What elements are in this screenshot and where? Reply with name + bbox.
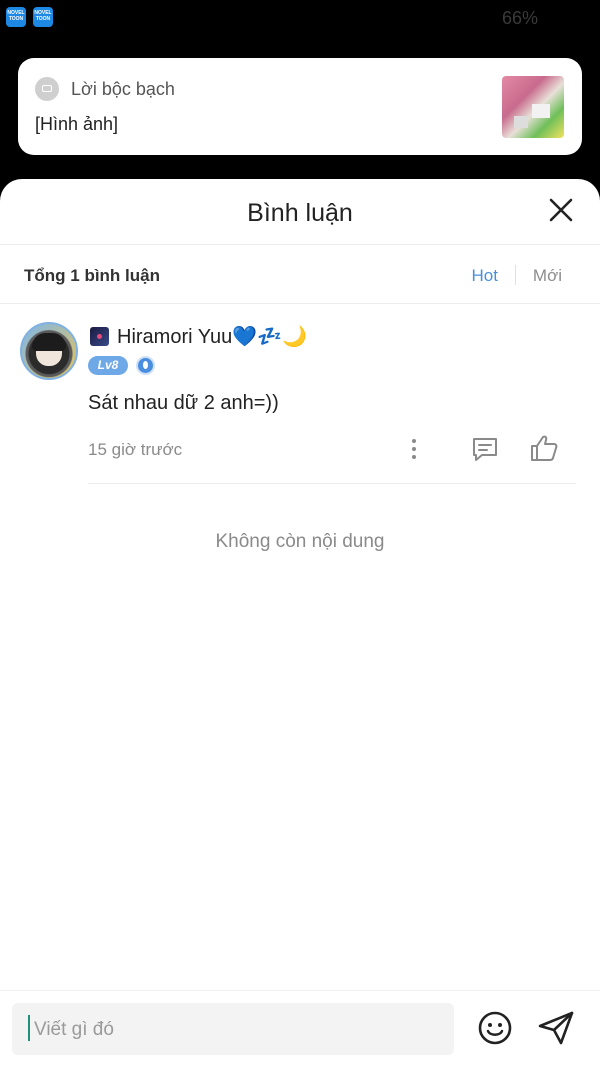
comment-username[interactable]: Hiramori Yuu💙💤🌙 <box>117 324 307 349</box>
text-caret <box>28 1015 30 1041</box>
emoji-icon[interactable] <box>477 1010 513 1046</box>
comment-total: Tổng 1 bình luận <box>24 266 160 285</box>
comments-sheet: Bình luận Tổng 1 bình luận Hot Mới Hiram… <box>0 179 600 1067</box>
reply-icon[interactable] <box>470 435 500 463</box>
divider <box>515 265 516 285</box>
comment-time: 15 giờ trước <box>88 440 183 459</box>
sort-new-tab[interactable]: Mới <box>533 266 562 286</box>
chat-icon <box>35 77 59 101</box>
user-decoration-icon <box>90 327 109 346</box>
level-badge: Lv8 <box>88 356 128 375</box>
sheet-title: Bình luận <box>247 199 353 227</box>
verified-badge-icon <box>136 356 155 375</box>
sort-hot-tab[interactable]: Hot <box>472 266 498 286</box>
end-of-list-text: Không còn nội dung <box>215 531 385 552</box>
notification-thumbnail <box>502 76 564 138</box>
avatar[interactable] <box>20 322 78 380</box>
close-icon[interactable] <box>548 197 574 223</box>
status-bar: NOVEL TOON NOVEL TOON 66% <box>0 0 600 36</box>
notification-title: Lời bộc bạch <box>71 79 175 99</box>
comment-input-box[interactable] <box>12 1003 454 1057</box>
divider <box>0 990 600 991</box>
notification-card[interactable]: Lời bộc bạch [Hình ảnh] <box>18 58 582 155</box>
battery-level: 66% <box>501 8 538 28</box>
comment-text: Sát nhau dữ 2 anh=)) <box>88 392 279 414</box>
divider <box>0 244 600 245</box>
divider <box>88 483 576 484</box>
divider <box>0 303 600 304</box>
like-icon[interactable] <box>528 433 560 463</box>
app-notification-icon: NOVEL TOON <box>6 7 26 27</box>
app-notification-icon: NOVEL TOON <box>33 7 53 27</box>
notification-body: [Hình ảnh] <box>35 114 119 134</box>
comment-input[interactable] <box>32 1003 446 1057</box>
send-icon[interactable] <box>537 1010 575 1046</box>
more-vertical-icon[interactable] <box>406 437 422 461</box>
